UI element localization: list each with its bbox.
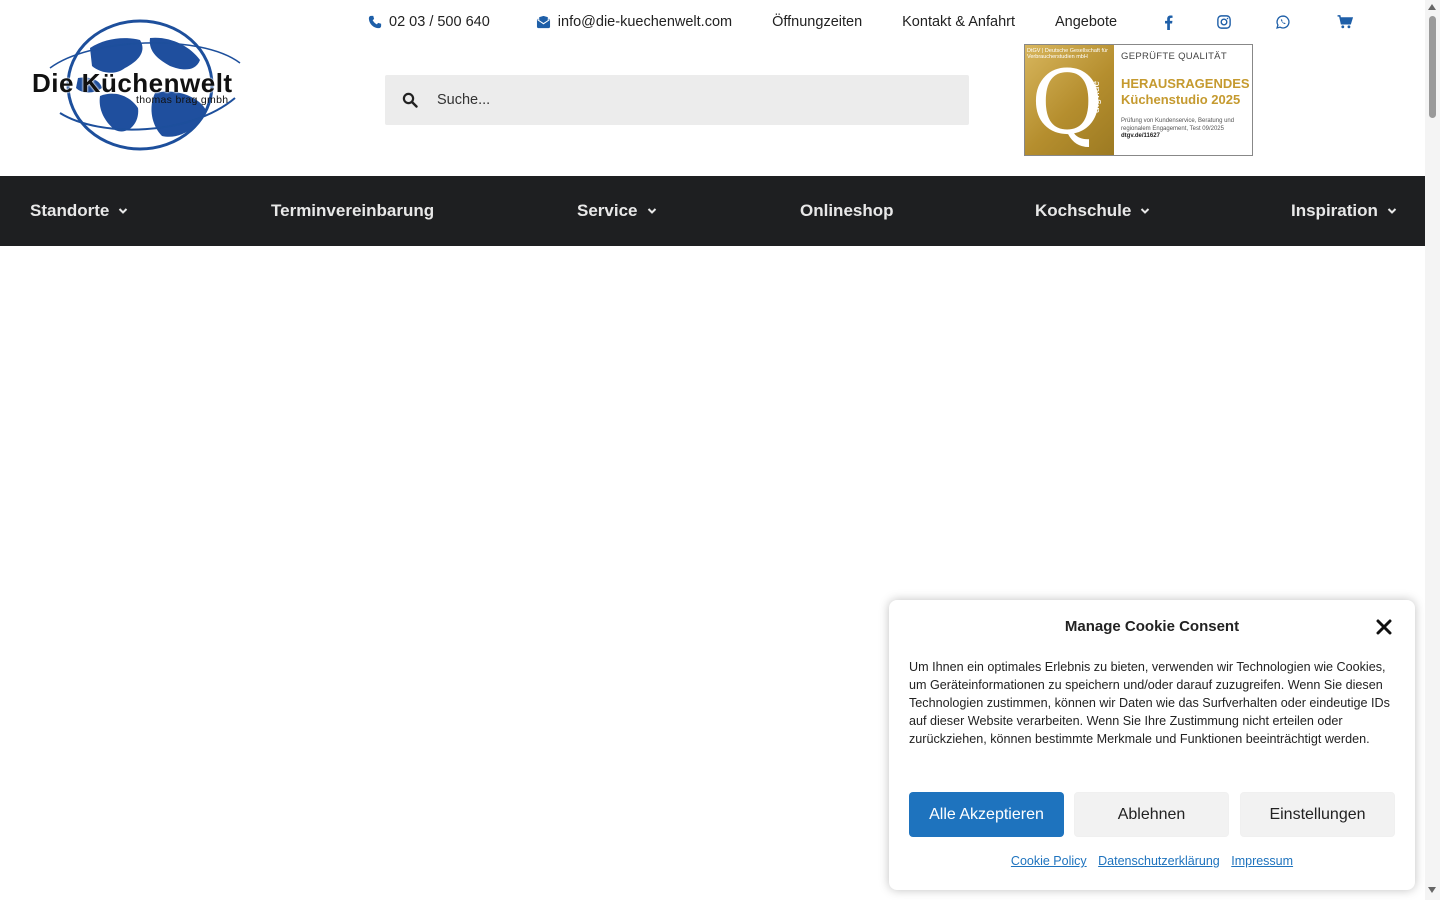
- scrollbar-thumb[interactable]: [1429, 16, 1436, 118]
- facebook-icon: [1165, 14, 1173, 30]
- chevron-down-icon: [1387, 208, 1397, 214]
- nav-item-onlineshop[interactable]: Onlineshop: [800, 176, 894, 246]
- facebook-link[interactable]: [1164, 14, 1180, 30]
- scroll-down-arrow[interactable]: [1428, 887, 1436, 893]
- badge-ref: dtgv.de/11627: [1121, 133, 1160, 139]
- nav-item-label: Terminvereinbarung: [271, 201, 435, 220]
- nav-item-label: Service: [577, 201, 638, 220]
- whatsapp-link[interactable]: [1276, 15, 1297, 29]
- nav-item-service[interactable]: Service: [577, 176, 657, 246]
- cookie-dialog-title: Manage Cookie Consent: [1064, 618, 1240, 635]
- opening-hours-link[interactable]: Öffnungzeiten: [772, 14, 862, 30]
- search-bar: [385, 75, 969, 125]
- email-link[interactable]: info@die-kuechenwelt.com: [536, 14, 732, 30]
- phone-link[interactable]: 02 03 / 500 640: [368, 14, 490, 30]
- nav-item-label: Inspiration: [1291, 201, 1378, 220]
- email-address: info@die-kuechenwelt.com: [557, 14, 733, 30]
- site-logo[interactable]: Die Küchenwelt thomas brag gmbh: [30, 18, 250, 153]
- deny-button[interactable]: Ablehnen: [1074, 792, 1229, 837]
- cookie-dialog-links: Cookie Policy Datenschutzerklärung Impre…: [889, 854, 1415, 868]
- nav-item-inspiration[interactable]: Inspiration: [1291, 176, 1397, 246]
- imprint-link[interactable]: Impressum: [1231, 854, 1293, 868]
- cart-link[interactable]: [1337, 15, 1360, 29]
- offers-link[interactable]: Angebote: [1055, 14, 1117, 30]
- instagram-link[interactable]: [1217, 15, 1238, 29]
- chevron-down-icon: [647, 208, 656, 214]
- top-bar: 02 03 / 500 640 info@die-kuechenwelt.com…: [368, 12, 1360, 32]
- chevron-down-icon: [119, 208, 128, 214]
- badge-heading: GEPRÜFTE QUALITÄT: [1121, 51, 1227, 62]
- site-header: Die Küchenwelt thomas brag gmbh 02 03 / …: [0, 0, 1425, 176]
- badge-line-1: HERAUSRAGENDES: [1121, 76, 1250, 91]
- whatsapp-icon: [1276, 15, 1290, 29]
- logo-subtitle: thomas brag gmbh: [136, 94, 229, 106]
- page-scrollbar[interactable]: [1425, 0, 1440, 900]
- cookie-consent-dialog: Manage Cookie Consent Um Ihnen ein optim…: [889, 600, 1415, 890]
- scroll-up-arrow[interactable]: [1428, 4, 1436, 10]
- nav-item-terminvereinbarung[interactable]: Terminvereinbarung: [271, 176, 434, 246]
- nav-item-kochschule[interactable]: Kochschule: [1035, 176, 1150, 246]
- instagram-icon: [1217, 15, 1231, 29]
- main-navigation: Standorte Terminvereinbarung Service Onl…: [0, 176, 1425, 246]
- badge-line-2: Küchenstudio 2025: [1121, 92, 1241, 107]
- accept-all-button[interactable]: Alle Akzeptieren: [909, 792, 1064, 837]
- phone-icon: [368, 15, 382, 29]
- cart-icon: [1337, 15, 1354, 29]
- envelope-icon: [536, 15, 550, 29]
- nav-item-label: Kochschule: [1035, 201, 1132, 220]
- badge-site: dtgv.de: [1091, 80, 1102, 113]
- badge-gold-panel: DtGV | Deutsche Gesellschaft für Verbrau…: [1025, 45, 1114, 155]
- quality-award-badge: DtGV | Deutsche Gesellschaft für Verbrau…: [1024, 44, 1253, 156]
- contact-link[interactable]: Kontakt & Anfahrt: [902, 14, 1015, 30]
- badge-detail: Prüfung von Kundenservice, Beratung und …: [1121, 118, 1235, 132]
- search-input[interactable]: [435, 91, 939, 109]
- privacy-policy-link[interactable]: Datenschutzerklärung: [1098, 854, 1220, 868]
- nav-item-standorte[interactable]: Standorte: [30, 176, 128, 246]
- close-icon[interactable]: [1376, 619, 1392, 635]
- phone-number: 02 03 / 500 640: [389, 14, 490, 30]
- cookie-policy-link[interactable]: Cookie Policy: [1011, 854, 1087, 868]
- settings-button[interactable]: Einstellungen: [1240, 792, 1395, 837]
- nav-item-label: Standorte: [30, 201, 110, 220]
- nav-item-label: Onlineshop: [800, 201, 894, 220]
- search-icon[interactable]: [402, 92, 418, 108]
- chevron-down-icon: [1141, 208, 1150, 214]
- cookie-dialog-text: Um Ihnen ein optimales Erlebnis zu biete…: [909, 660, 1390, 746]
